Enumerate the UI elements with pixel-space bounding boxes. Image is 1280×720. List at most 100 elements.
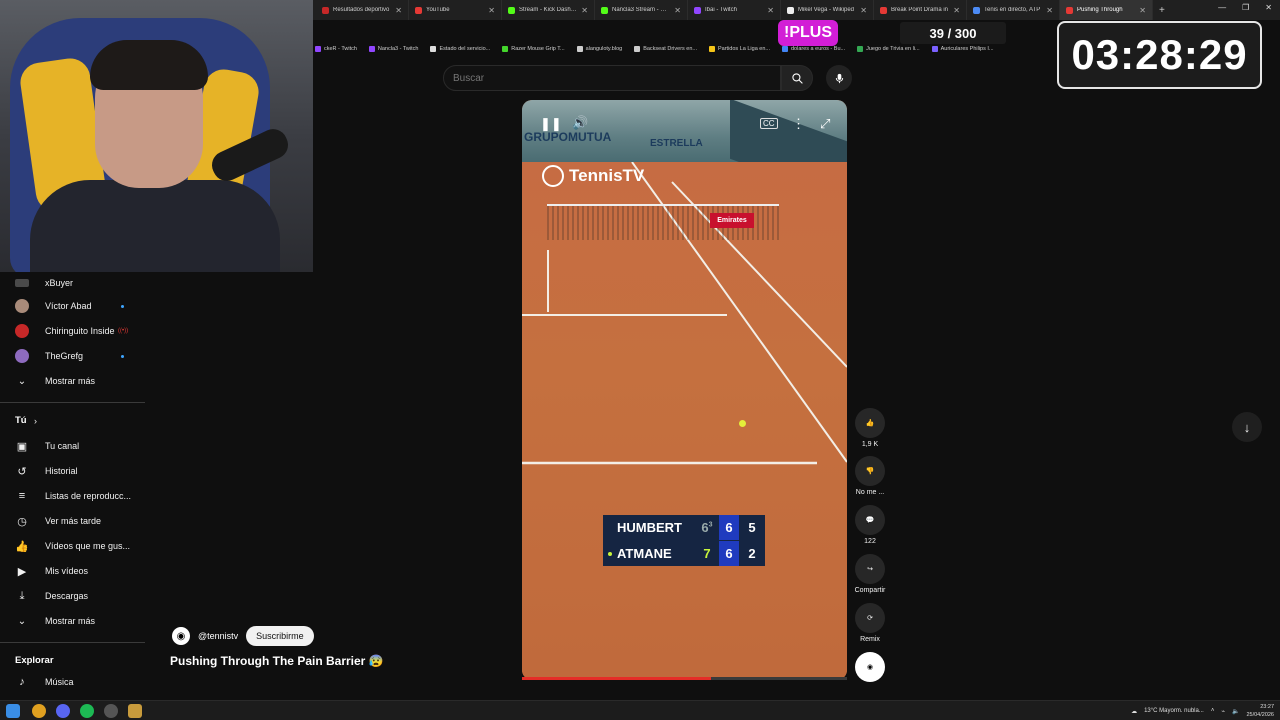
- search-input[interactable]: [453, 72, 780, 84]
- sidebar-item-victor-abad[interactable]: Víctor Abad: [0, 295, 148, 317]
- bookmark[interactable]: Razer Mouse Grip T...: [502, 46, 565, 52]
- new-content-dot: [121, 304, 124, 308]
- voice-search-button[interactable]: [826, 65, 852, 91]
- next-video-button[interactable]: ↓: [1232, 412, 1262, 442]
- more-options-icon[interactable]: ⋮: [792, 116, 805, 132]
- close-tab-icon[interactable]: ✕: [395, 6, 402, 15]
- new-tab-icon[interactable]: +: [1159, 5, 1165, 16]
- bookmark-label: Estado del servicio...: [439, 46, 491, 52]
- close-tab-icon[interactable]: ✕: [674, 6, 681, 15]
- close-tab-icon[interactable]: ✕: [860, 6, 867, 15]
- channel-avatar-button[interactable]: ◉: [852, 652, 888, 685]
- sidebar-item-musica[interactable]: ♪ Música: [0, 671, 148, 693]
- bookmark-favicon-icon: [709, 46, 715, 52]
- browser-tab[interactable]: Mikel Vega - Wikiped ✕: [781, 0, 874, 20]
- search-box: [443, 65, 781, 91]
- like-button[interactable]: 👍 1,9 K: [852, 408, 888, 448]
- weather-icon: ☁: [1131, 708, 1138, 715]
- sidebar-item-account-box[interactable]: ▣ Tu canal: [0, 435, 148, 457]
- browser-tab[interactable]: Break Point Drama in ✕: [874, 0, 967, 20]
- browser-tab[interactable]: Tenis en directo, ATP ✕: [967, 0, 1060, 20]
- tab-favicon-icon: [601, 6, 608, 14]
- browser-tab[interactable]: Ibai - Twitch ✕: [688, 0, 781, 20]
- obs-icon[interactable]: [104, 704, 118, 718]
- tab-title: Resultados deportivo: [333, 7, 390, 13]
- tab-title: Stream - Kick Dashbo: [519, 7, 578, 13]
- comments-button[interactable]: 💬 122: [852, 505, 888, 545]
- bookmark-favicon-icon: [368, 46, 375, 52]
- close-tab-icon[interactable]: ✕: [953, 6, 960, 15]
- bookmark[interactable]: Backseat Drivers en...: [634, 46, 697, 52]
- video-progress-bar[interactable]: [522, 677, 847, 680]
- sidebar-item-thegrefg[interactable]: TheGrefg: [0, 345, 148, 367]
- bookmark[interactable]: ckeR - Twitch: [315, 46, 357, 52]
- close-tab-icon[interactable]: ✕: [1139, 6, 1146, 15]
- weather-text[interactable]: 13°C Mayorm. nubla...: [1144, 708, 1204, 714]
- pause-icon[interactable]: ❚❚: [540, 116, 562, 132]
- fullscreen-icon[interactable]: ⤢: [820, 116, 830, 132]
- volume-icon[interactable]: 🔊: [572, 115, 588, 131]
- captions-icon[interactable]: CC: [760, 118, 778, 129]
- bookmark[interactable]: Estado del servicio...: [430, 46, 490, 52]
- tray-chevron-icon[interactable]: ˄: [1211, 708, 1215, 714]
- bookmark-favicon-icon: [931, 46, 938, 52]
- browser-tab[interactable]: Pushing Through ✕: [1060, 0, 1153, 20]
- network-icon[interactable]: ⌁: [1221, 708, 1225, 715]
- browser-tab[interactable]: YouTube ✕: [409, 0, 502, 20]
- sidebar-item-playlist[interactable]: ≡ Listas de reproducc...: [0, 485, 148, 507]
- bookmark[interactable]: dolares a euros - Bu...: [781, 46, 845, 52]
- bookmark[interactable]: Partidos La Liga en...: [709, 46, 770, 52]
- show-more-you[interactable]: ⌄ Mostrar más: [0, 610, 148, 632]
- tab-title: YouTube: [426, 7, 450, 13]
- chrome-icon[interactable]: [32, 704, 46, 718]
- arrow-down-icon: ↓: [1243, 419, 1251, 435]
- close-tab-icon[interactable]: ✕: [1046, 6, 1053, 15]
- browser-tab[interactable]: Resultados deportivo ✕: [316, 0, 409, 20]
- close-tab-icon[interactable]: ✕: [767, 6, 774, 15]
- league-icon[interactable]: [128, 704, 142, 718]
- maximize-icon[interactable]: ❐: [1242, 3, 1249, 12]
- minimize-icon[interactable]: —: [1218, 3, 1226, 12]
- show-more-subscriptions[interactable]: ⌄ Mostrar más: [0, 370, 148, 392]
- clock-icon: ◷: [17, 515, 27, 528]
- bookmark-favicon-icon: [576, 46, 583, 52]
- spotify-icon[interactable]: [80, 704, 94, 718]
- channel-avatar[interactable]: ◉: [172, 627, 190, 645]
- bookmark-label: Juego de Trivia en li...: [866, 46, 920, 52]
- shorts-video-player[interactable]: GRUPOMUTUA ESTRELLA TennisTV Emirates ❚❚…: [522, 100, 847, 680]
- bookmark-label: ckeR - Twitch: [324, 46, 357, 52]
- close-tab-icon[interactable]: ✕: [581, 6, 588, 15]
- sidebar-item-clock[interactable]: ◷ Ver más tarde: [0, 510, 148, 532]
- bookmark[interactable]: Nancla3 - Twitch: [368, 46, 418, 52]
- sidebar-item-thumb-up[interactable]: 👍 Vídeos que me gus...: [0, 535, 148, 557]
- tab-favicon-icon: [694, 6, 701, 14]
- close-tab-icon[interactable]: ✕: [488, 6, 495, 15]
- sidebar-item-download[interactable]: ⤓ Descargas: [0, 585, 148, 607]
- browser-tab[interactable]: Stream - Kick Dashbo ✕: [502, 0, 595, 20]
- remix-button[interactable]: ⟳ Remix: [852, 603, 888, 643]
- system-tray: ☁ 13°C Mayorm. nubla... ˄ ⌁ 🔈 23:27 25/0…: [1131, 703, 1274, 719]
- share-button[interactable]: ↪ Compartir: [852, 554, 888, 594]
- dislike-button[interactable]: 👎 No me ...: [852, 456, 888, 496]
- sidebar-item-video[interactable]: ▶ Mis vídeos: [0, 560, 148, 582]
- browser-tab[interactable]: Nancla3 Stream - Wat ✕: [595, 0, 688, 20]
- close-window-icon[interactable]: ✕: [1265, 3, 1272, 12]
- bookmark[interactable]: alanguloty.blog: [576, 46, 622, 52]
- taskbar-clock[interactable]: 23:27 25/04/2026: [1246, 703, 1274, 719]
- discord-icon[interactable]: [56, 704, 70, 718]
- windows-start-icon[interactable]: [6, 704, 20, 718]
- tennistv-logo-icon: ◉: [176, 630, 186, 642]
- bookmark[interactable]: Auriculares Philips I...: [931, 46, 994, 52]
- bookmark-favicon-icon: [634, 46, 641, 52]
- speaker-icon[interactable]: 🔈: [1232, 708, 1239, 715]
- search-button[interactable]: [781, 65, 813, 91]
- subscribe-button[interactable]: Suscribirme: [246, 626, 314, 646]
- sidebar-item-xbuyer[interactable]: xBuyer: [0, 272, 148, 294]
- you-section-header[interactable]: Tú ›: [0, 410, 148, 432]
- sidebar-item-history[interactable]: ↺ Historial: [0, 460, 148, 482]
- channel-name[interactable]: @tennistv: [198, 631, 238, 641]
- bookmark[interactable]: Juego de Trivia en li...: [857, 46, 920, 52]
- sidebar-item-chiringuito[interactable]: Chiringuito Inside ((•)): [0, 320, 148, 342]
- playlist-icon: ≡: [18, 490, 26, 502]
- scoreboard-row-atmane: ATMANE 7 6 2: [603, 541, 765, 566]
